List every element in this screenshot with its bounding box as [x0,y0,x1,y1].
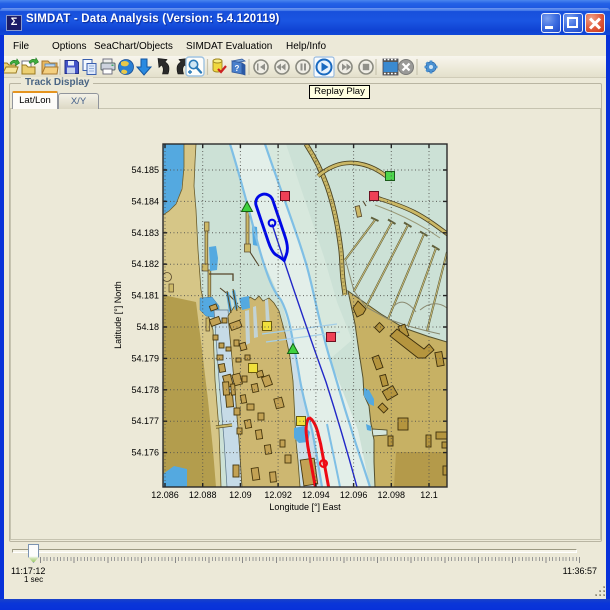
svg-text:54.182: 54.182 [131,259,159,269]
svg-text:54.179: 54.179 [131,353,159,363]
svg-text:12.086: 12.086 [151,490,179,500]
svg-text:12.092: 12.092 [264,490,292,500]
svg-text:12.1: 12.1 [420,490,438,500]
svg-text:54.184: 54.184 [131,196,159,206]
svg-text:54.177: 54.177 [131,416,159,426]
svg-text:54.18: 54.18 [136,322,159,332]
svg-text:?: ? [235,64,240,73]
svg-text:54.181: 54.181 [131,291,159,301]
svg-text:54.176: 54.176 [131,448,159,458]
svg-text:12.088: 12.088 [189,490,217,500]
svg-text:12.094: 12.094 [302,490,330,500]
svg-text:Latitude [°] North: Latitude [°] North [113,281,123,349]
svg-text:12.098: 12.098 [378,490,406,500]
svg-text:54.185: 54.185 [131,165,159,175]
svg-text:54.178: 54.178 [131,385,159,395]
svg-text:54.183: 54.183 [131,228,159,238]
svg-text:12.09: 12.09 [229,490,252,500]
svg-text:Longitude [°] East: Longitude [°] East [269,502,341,512]
svg-text:12.096: 12.096 [340,490,368,500]
